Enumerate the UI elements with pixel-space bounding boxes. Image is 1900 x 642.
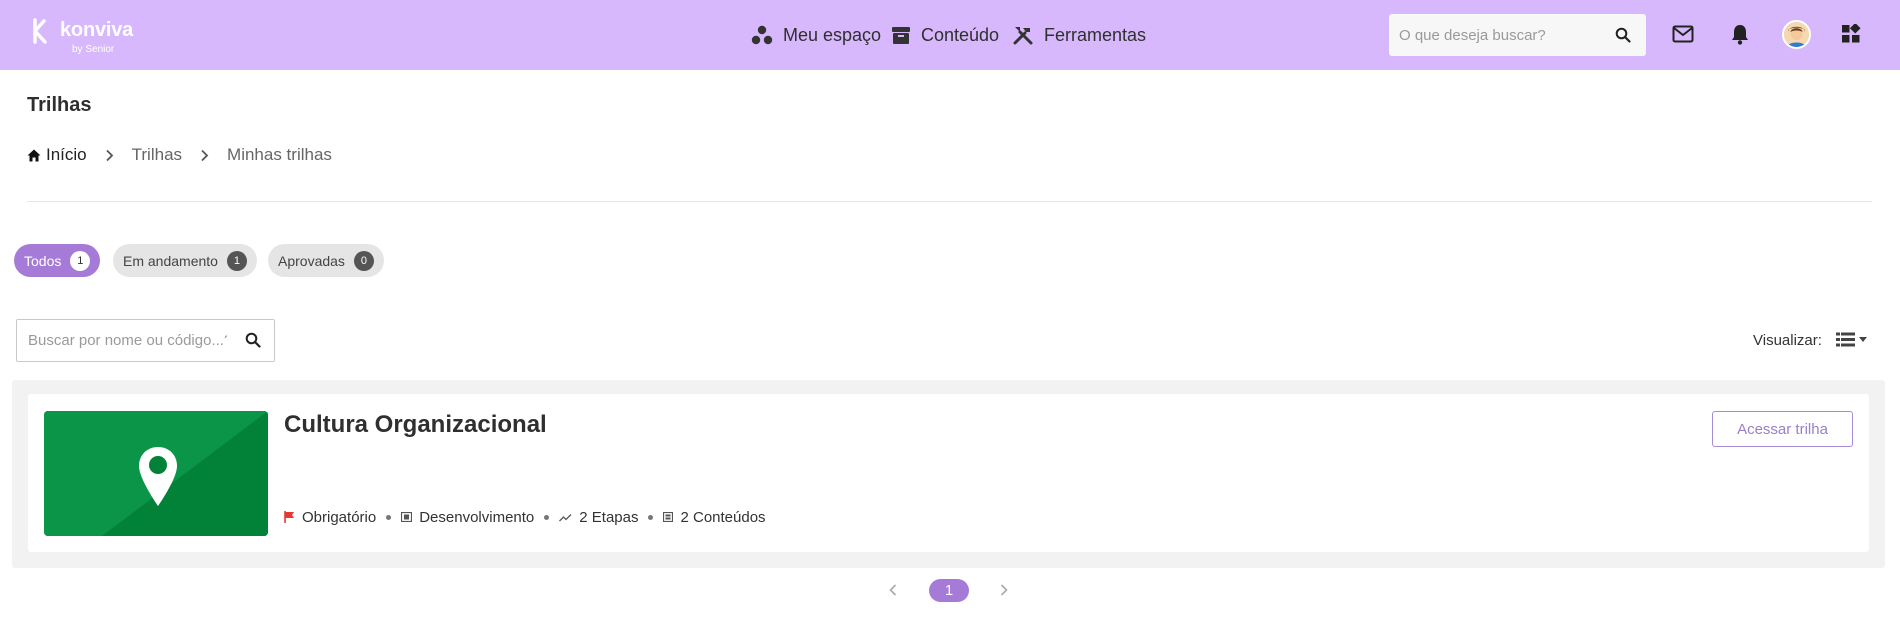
global-search (1389, 14, 1646, 56)
flag-icon (284, 511, 294, 523)
trail-search-input[interactable] (17, 320, 227, 361)
global-search-input[interactable] (1389, 14, 1609, 56)
trail-title[interactable]: Cultura Organizacional (284, 411, 547, 439)
meta-contents: 2 Conteúdos (663, 508, 766, 526)
search-icon[interactable] (1615, 27, 1631, 43)
chevron-right-icon (200, 149, 209, 162)
user-avatar[interactable] (1782, 20, 1811, 49)
view-mode-toggle[interactable] (1836, 332, 1867, 347)
filter-todos[interactable]: Todos 1 (14, 244, 101, 277)
next-page-icon[interactable] (999, 580, 1009, 600)
page-current[interactable]: 1 (929, 579, 969, 602)
trail-card[interactable]: Cultura Organizacional Obrigatório Desen… (28, 394, 1869, 552)
filter-aprovadas[interactable]: Aprovadas 0 (268, 244, 384, 277)
filter-aprovadas-label: Aprovadas (278, 252, 345, 269)
map-pin-icon (44, 411, 268, 536)
user-avatar-icon (1784, 22, 1809, 47)
chevron-right-icon (105, 149, 114, 162)
filter-em-andamento[interactable]: Em andamento 1 (113, 244, 257, 277)
meta-mandatory-text: Obrigatório (302, 508, 377, 526)
results-list: Cultura Organizacional Obrigatório Desen… (12, 380, 1885, 568)
meta-separator (648, 514, 654, 520)
nav-meu-espaco[interactable]: Meu espaço (751, 22, 881, 48)
meta-steps-text: 2 Etapas (579, 508, 639, 526)
search-icon[interactable] (245, 332, 261, 348)
nav-label-ferramentas: Ferramentas (1044, 24, 1147, 45)
breadcrumb-minhas-trilhas: Minhas trilhas (227, 145, 332, 164)
caret-down-icon (1859, 337, 1867, 342)
list-view-icon (1836, 332, 1855, 347)
meta-category-text: Desenvolvimento (419, 508, 535, 526)
meta-mandatory: Obrigatório (284, 509, 376, 526)
apps-grid-icon[interactable] (1841, 24, 1861, 44)
view-mode-label: Visualizar: (1753, 332, 1822, 349)
filter-em-andamento-label: Em andamento (123, 252, 218, 269)
page-title: Trilhas (27, 94, 92, 116)
access-trail-button[interactable]: Acessar trilha (1712, 411, 1853, 447)
archive-box-icon (892, 27, 910, 44)
previous-page-icon[interactable] (888, 580, 898, 600)
content-icon (663, 512, 674, 522)
people-dots-icon (751, 25, 773, 45)
mail-icon[interactable] (1672, 25, 1694, 43)
nav-ferramentas[interactable]: Ferramentas (1012, 22, 1146, 48)
konviva-logo-mark-icon (33, 18, 47, 44)
nav-label-conteudo: Conteúdo (921, 24, 1000, 45)
breadcrumb-home-label: Início (46, 145, 87, 164)
meta-contents-text: 2 Conteúdos (680, 508, 766, 526)
meta-separator (386, 514, 392, 520)
header-divider (27, 201, 1872, 202)
trail-search (16, 319, 275, 362)
filter-em-andamento-count: 1 (226, 250, 247, 271)
meta-separator (544, 514, 550, 520)
home-icon (27, 149, 41, 161)
meta-steps: 2 Etapas (559, 509, 638, 526)
breadcrumb: Início Trilhas Minhas trilhas (27, 144, 332, 166)
filter-aprovadas-count: 0 (353, 250, 374, 271)
logo-wordmark: konviva (60, 19, 134, 41)
filter-todos-label: Todos (24, 252, 62, 269)
tools-icon (1013, 27, 1033, 45)
trail-meta: Obrigatório Desenvolvimento 2 Etapas 2 C… (284, 507, 766, 527)
book-icon (401, 512, 413, 522)
breadcrumb-home[interactable]: Início (27, 145, 87, 165)
nav-conteudo[interactable]: Conteúdo (891, 22, 999, 48)
top-bar: konviva by Senior Meu espaço Conteúdo Fe… (0, 0, 1900, 70)
nav-label-meu-espaco: Meu espaço (783, 24, 882, 45)
trail-thumbnail[interactable] (44, 411, 268, 536)
filter-todos-count: 1 (70, 250, 91, 271)
breadcrumb-trilhas[interactable]: Trilhas (132, 145, 182, 165)
trending-icon (559, 513, 572, 521)
bell-icon[interactable] (1731, 23, 1749, 45)
logo-tagline: by Senior (72, 44, 115, 55)
konviva-logo[interactable]: konviva by Senior (32, 18, 134, 58)
meta-category: Desenvolvimento (401, 509, 534, 526)
